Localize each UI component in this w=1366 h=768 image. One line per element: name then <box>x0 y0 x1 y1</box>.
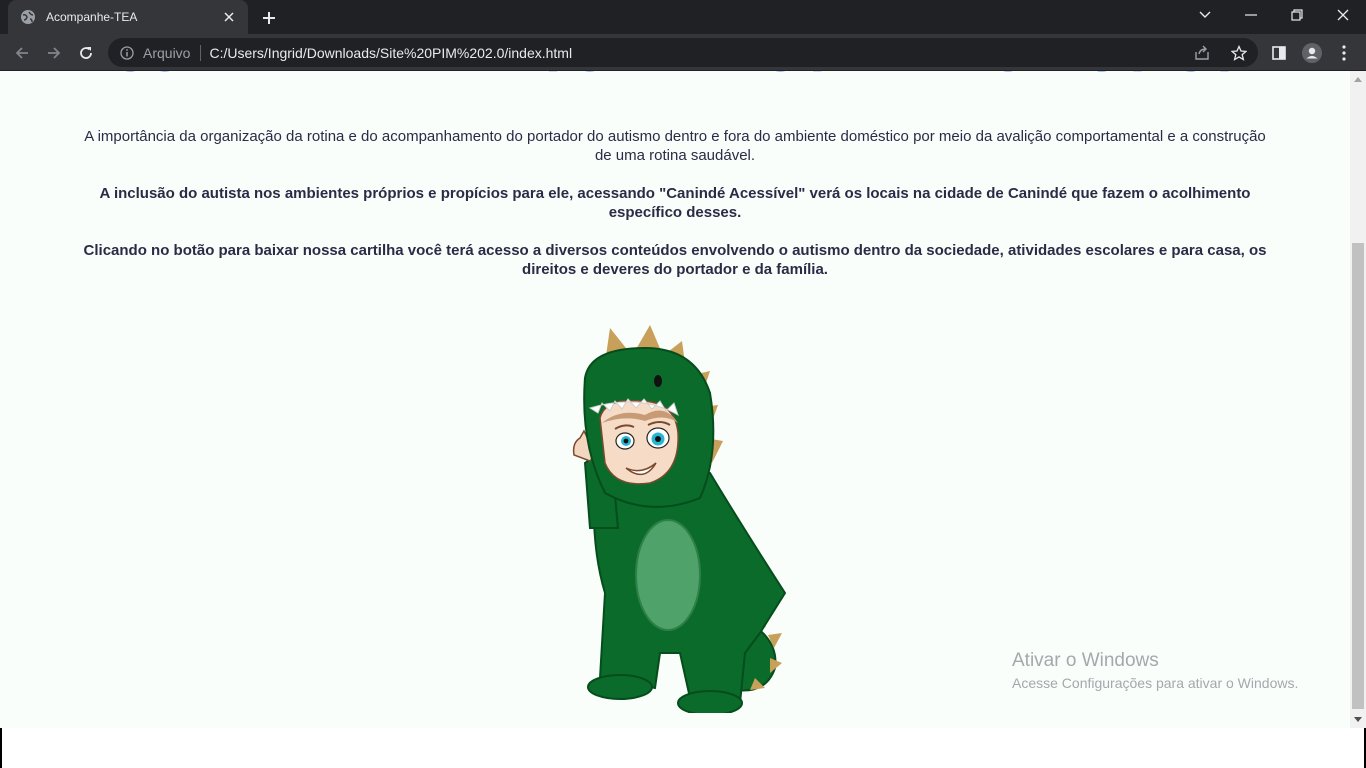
address-bar[interactable]: Arquivo C:/Users/Ingrid/Downloads/Site%2… <box>108 38 1258 67</box>
tab-strip: Acompanhe-TEA <box>0 0 1366 34</box>
share-icon[interactable] <box>1188 38 1216 67</box>
new-tab-button[interactable] <box>258 7 280 29</box>
menu-kebab-icon[interactable] <box>1330 39 1358 67</box>
restore-icon[interactable] <box>1274 0 1320 30</box>
back-arrow-icon[interactable] <box>8 39 36 67</box>
scroll-up-arrow-icon[interactable] <box>1350 71 1366 87</box>
url-text[interactable]: C:/Users/Ingrid/Downloads/Site%20PIM%202… <box>209 45 572 61</box>
minimize-icon[interactable] <box>1228 0 1274 30</box>
reload-icon[interactable] <box>72 39 100 67</box>
paragraph-routine: A importância da organização da rotina e… <box>84 128 1266 164</box>
watermark-subtitle: Acesse Configurações para ativar o Windo… <box>1012 675 1299 691</box>
watermark-title: Ativar o Windows <box>1012 650 1159 671</box>
dinosaur-costume-child-illustration <box>572 325 787 713</box>
left-edge <box>0 728 2 768</box>
side-panel-icon[interactable] <box>1265 39 1293 67</box>
browser-tab[interactable]: Acompanhe-TEA <box>8 0 248 34</box>
tab-title: Acompanhe-TEA <box>46 10 138 24</box>
forward-arrow-icon[interactable] <box>40 39 68 67</box>
page-viewport: ACOMPANHAMENTO NA ROTINA DO AUTISTA A im… <box>0 71 1350 728</box>
profile-icon[interactable] <box>1298 39 1326 67</box>
close-window-icon[interactable] <box>1320 0 1366 30</box>
tab-search-icon[interactable] <box>1182 0 1228 30</box>
paragraph-inclusion: A inclusão do autista nos ambientes próp… <box>99 185 1251 221</box>
browser-toolbar: Arquivo C:/Users/Ingrid/Downloads/Site%2… <box>0 34 1366 71</box>
window-bottom-edge <box>0 728 1366 768</box>
intro-text: A importância da organização da rotina e… <box>76 127 1274 298</box>
paragraph-booklet: Clicando no botão para baixar nossa cart… <box>83 242 1267 278</box>
close-tab-icon[interactable] <box>220 8 238 26</box>
vertical-scrollbar[interactable] <box>1350 71 1366 728</box>
globe-icon <box>20 9 36 25</box>
scroll-down-arrow-icon[interactable] <box>1350 712 1366 728</box>
scrollbar-thumb[interactable] <box>1352 243 1364 709</box>
windows-activation-watermark: Ativar o Windows Acesse Configurações pa… <box>1012 650 1298 691</box>
info-icon[interactable] <box>119 45 135 61</box>
omnibox-divider <box>200 44 202 61</box>
bookmark-star-icon[interactable] <box>1225 38 1253 67</box>
page-heading: ACOMPANHAMENTO NA ROTINA DO AUTISTA <box>0 71 1350 82</box>
scheme-label: Arquivo <box>143 44 191 61</box>
